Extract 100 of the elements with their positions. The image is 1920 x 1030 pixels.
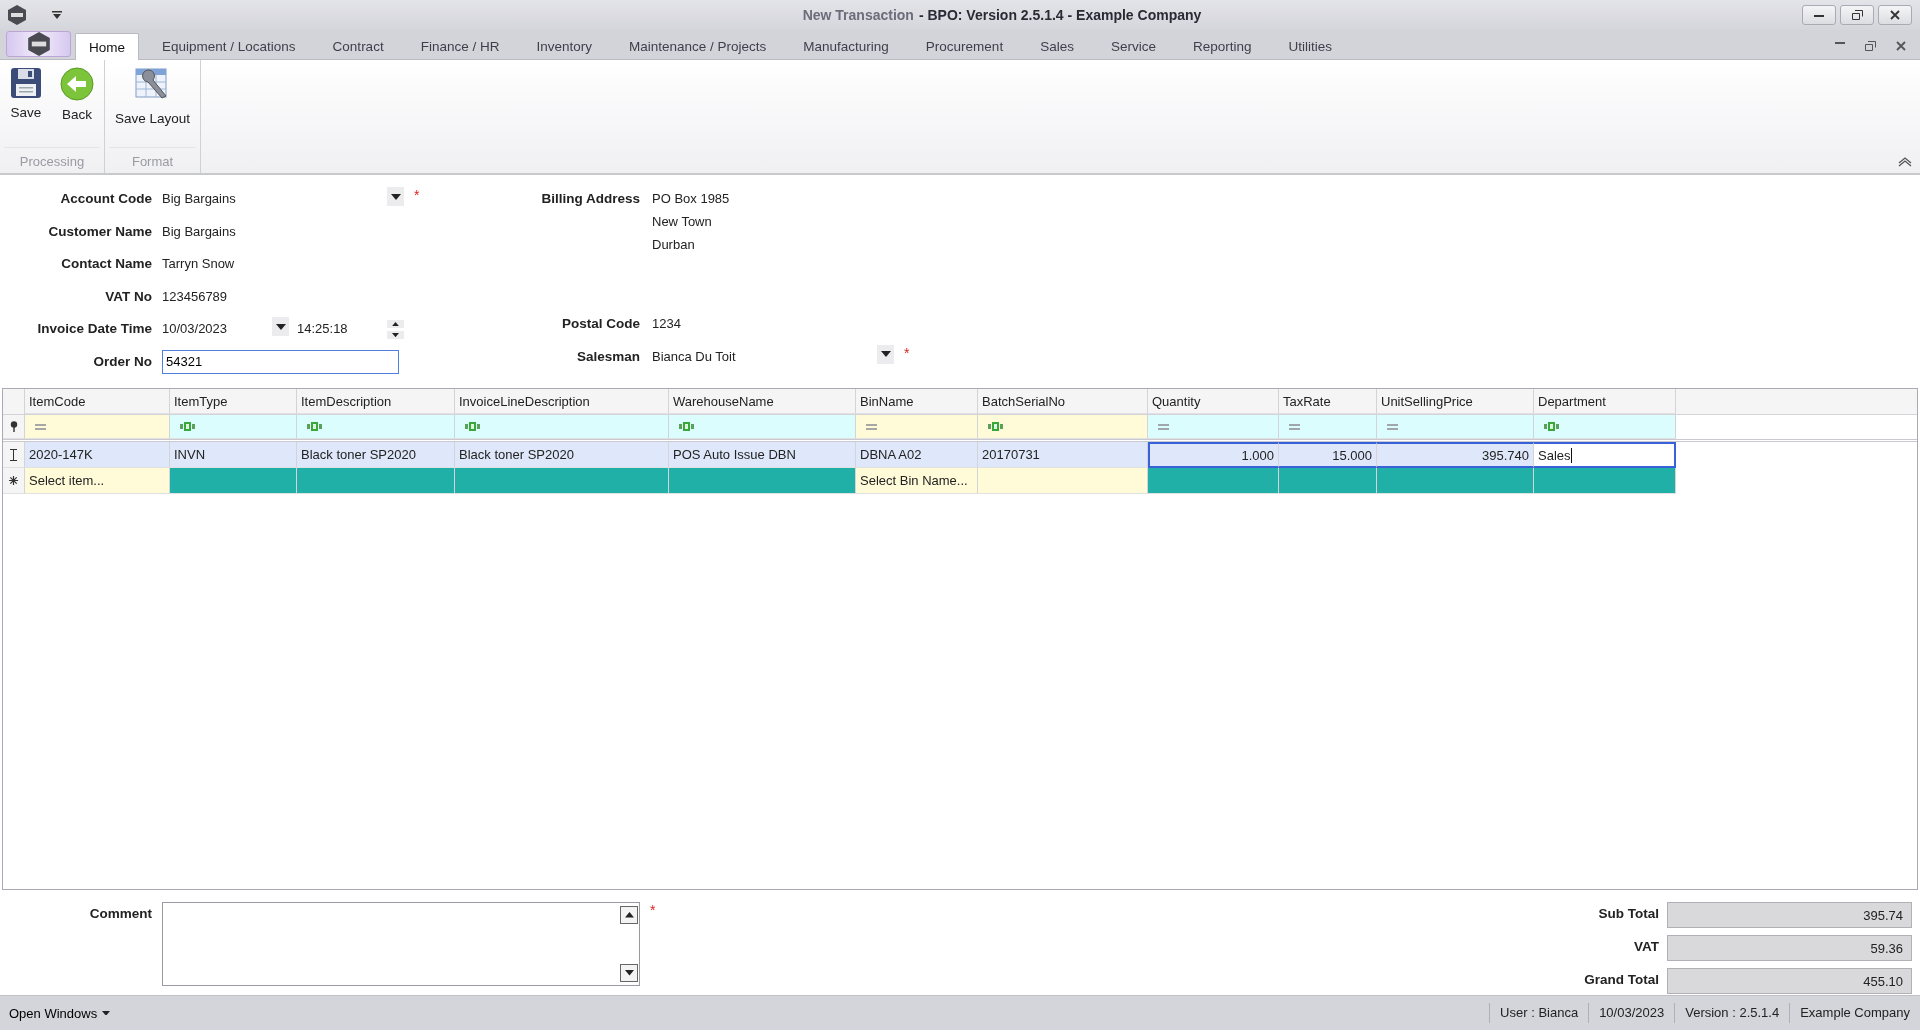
field-value: Tarryn Snow	[162, 255, 235, 272]
ribbon-button[interactable]: Save	[4, 64, 48, 147]
new-row-cell[interactable]	[1148, 468, 1279, 494]
column-header[interactable]: BinName	[856, 389, 978, 414]
address-line: New Town	[652, 214, 713, 229]
restore-icon[interactable]	[1865, 41, 1876, 51]
filter-cell[interactable]	[1148, 415, 1279, 439]
text-cursor-icon	[10, 448, 17, 461]
spin-down-button[interactable]	[387, 331, 404, 340]
dropdown-button[interactable]	[387, 187, 404, 206]
comment-field[interactable]	[162, 902, 640, 986]
table-cell[interactable]: 15.000	[1279, 442, 1377, 468]
ribbon-tab[interactable]: Finance / HR	[406, 33, 514, 59]
new-row-cell[interactable]	[1279, 468, 1377, 494]
column-header[interactable]: WarehouseName	[669, 389, 856, 414]
ribbon-tab[interactable]: Manufacturing	[789, 33, 903, 59]
table-cell[interactable]: 1.000	[1148, 442, 1279, 468]
ribbon-tab[interactable]: Utilities	[1274, 33, 1346, 59]
column-header[interactable]: ItemCode	[25, 389, 170, 414]
minimize-icon[interactable]	[1835, 41, 1845, 44]
group-label: Processing	[4, 147, 100, 173]
scroll-up-button[interactable]	[620, 906, 638, 924]
column-header[interactable]: InvoiceLineDescription	[455, 389, 669, 414]
total-value: 395.74	[1667, 902, 1912, 928]
required-mark: *	[414, 187, 420, 203]
table-cell[interactable]: 2020-147K	[25, 442, 170, 468]
text-filter-icon	[679, 422, 694, 431]
group-label: Format	[109, 147, 197, 173]
collapse-ribbon-icon[interactable]	[1898, 157, 1912, 167]
filter-cell[interactable]	[669, 415, 856, 439]
new-row-cell[interactable]	[170, 468, 297, 494]
down-caret-icon	[624, 970, 634, 976]
ribbon-tab[interactable]: Procurement	[911, 33, 1018, 59]
filter-cell[interactable]	[1279, 415, 1377, 439]
filter-cell[interactable]	[978, 415, 1148, 439]
ribbon-tab[interactable]: Inventory	[522, 33, 606, 59]
ribbon-tab[interactable]: Reporting	[1178, 33, 1266, 59]
ribbon-button[interactable]: Back	[54, 64, 100, 147]
new-row-cell[interactable]: Select Bin Name...	[856, 468, 978, 494]
column-header[interactable]: Department	[1534, 389, 1676, 414]
scroll-down-button[interactable]	[620, 964, 638, 982]
table-cell[interactable]: Black toner SP2020	[455, 442, 669, 468]
restore-icon	[1851, 10, 1863, 20]
order-input-field[interactable]: 54321	[162, 349, 399, 374]
filter-cell[interactable]	[455, 415, 669, 439]
address-line: PO Box 1985	[652, 191, 731, 206]
ribbon-tab[interactable]: Sales	[1026, 33, 1088, 59]
new-row-cell[interactable]	[455, 468, 669, 494]
new-row-cell[interactable]	[669, 468, 856, 494]
column-header[interactable]: ItemType	[170, 389, 297, 414]
table-cell[interactable]: Sales	[1534, 442, 1676, 468]
minimize-button[interactable]	[1802, 5, 1836, 25]
application-menu-button[interactable]	[6, 31, 71, 57]
equals-filter-icon	[1387, 423, 1398, 430]
minimize-icon	[1814, 13, 1824, 17]
dropdown-button[interactable]	[877, 344, 894, 364]
filter-cell[interactable]	[856, 415, 978, 439]
ribbon-button[interactable]: Save Layout	[109, 64, 197, 147]
open-windows-menu[interactable]: Open Windows	[0, 1005, 120, 1021]
table-cell[interactable]: Black toner SP2020	[297, 442, 455, 468]
column-header[interactable]: ItemDescription	[297, 389, 455, 414]
text-filter-icon	[988, 422, 1003, 431]
new-row-cell[interactable]	[297, 468, 455, 494]
ribbon-tab[interactable]: Service	[1096, 33, 1170, 59]
filter-cell[interactable]	[25, 415, 170, 439]
ribbon-tab[interactable]: Equipment / Locations	[148, 33, 310, 59]
status-item: Version : 2.5.1.4	[1674, 1003, 1790, 1023]
new-row-cell[interactable]	[1377, 468, 1534, 494]
time-value: 14:25:18	[297, 320, 349, 337]
ribbon-tab[interactable]: Contract	[318, 33, 398, 59]
close-button[interactable]	[1878, 5, 1912, 25]
filter-cell[interactable]	[170, 415, 297, 439]
table-cell[interactable]: DBNA A02	[856, 442, 978, 468]
ribbon-tab[interactable]: Home	[75, 33, 139, 60]
filter-cell[interactable]	[1534, 415, 1676, 439]
column-header[interactable]: BatchSerialNo	[978, 389, 1148, 414]
table-cell[interactable]: 395.740	[1377, 442, 1534, 468]
text-filter-icon	[1544, 422, 1559, 431]
table-cell[interactable]: 20170731	[978, 442, 1148, 468]
dropdown-button[interactable]	[272, 317, 289, 337]
status-item: Example Company	[1789, 1003, 1920, 1023]
equals-filter-icon	[35, 423, 46, 430]
column-header[interactable]: TaxRate	[1279, 389, 1377, 414]
table-cell[interactable]: POS Auto Issue DBN	[669, 442, 856, 468]
filter-cell[interactable]	[1377, 415, 1534, 439]
restore-button[interactable]	[1840, 5, 1874, 25]
table-cell[interactable]: INVN	[170, 442, 297, 468]
spin-up-button[interactable]	[387, 320, 404, 329]
new-row-cell[interactable]	[978, 468, 1148, 494]
text-filter-icon	[465, 422, 480, 431]
caret-icon	[102, 1010, 111, 1016]
column-header[interactable]: Quantity	[1148, 389, 1279, 414]
up-caret-icon	[392, 322, 399, 327]
quick-access-caret-icon[interactable]	[52, 11, 62, 19]
column-header[interactable]: UnitSellingPrice	[1377, 389, 1534, 414]
new-row-cell[interactable]: Select item...	[25, 468, 170, 494]
filter-cell[interactable]	[297, 415, 455, 439]
new-row-cell[interactable]	[1534, 468, 1676, 494]
ribbon-tab[interactable]: Maintenance / Projects	[614, 33, 781, 59]
close-icon[interactable]	[1896, 41, 1906, 51]
